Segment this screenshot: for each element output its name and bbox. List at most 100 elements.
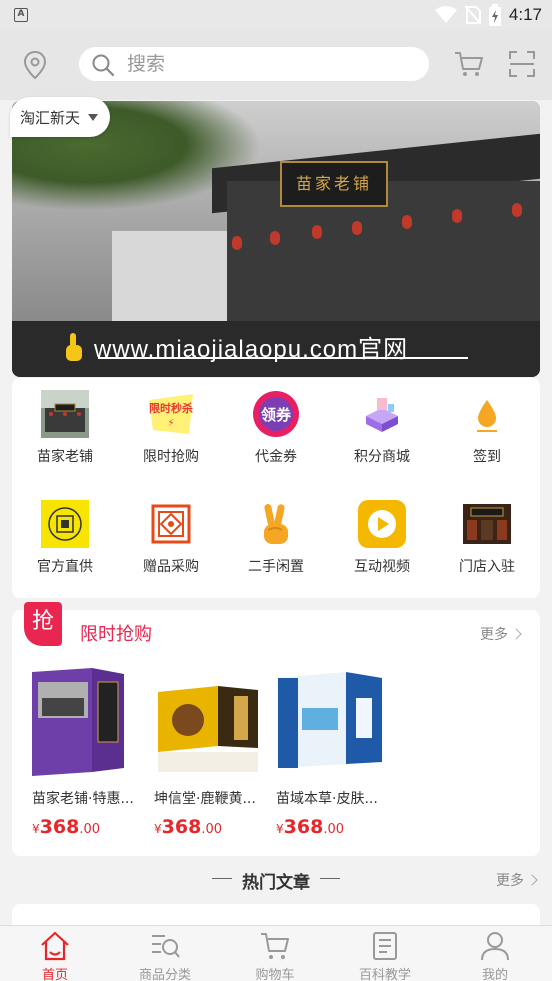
- location-label: 淘汇新天: [20, 108, 81, 127]
- store-signboard: 苗家老铺: [280, 161, 388, 207]
- tab-label: 百科教学: [358, 968, 411, 981]
- svg-text:⚡: ⚡: [167, 418, 174, 429]
- product-image: [32, 668, 144, 776]
- tab-cart[interactable]: 购物车: [220, 930, 330, 981]
- product-name: 苗家老铺·特惠...: [32, 791, 134, 807]
- divider-line: [320, 878, 340, 879]
- more-label: 更多: [496, 873, 524, 889]
- grid-item-label: 签到: [473, 449, 501, 465]
- product-card[interactable]: 坤信堂·鹿鞭黄... ¥ 368 .00: [154, 668, 266, 838]
- lantern-icon: [512, 203, 522, 217]
- tab-home[interactable]: 首页: [0, 930, 110, 981]
- clock: 4:17: [508, 5, 542, 24]
- grid-item-label: 积分商城: [354, 449, 410, 465]
- status-icons: 4:17: [434, 4, 542, 26]
- grid-item-gift-purchase[interactable]: 赠品采购: [118, 500, 224, 576]
- checkin-drop-icon: [463, 390, 511, 438]
- tab-label: 购物车: [255, 968, 295, 981]
- no-sim-icon: [464, 5, 481, 25]
- grid-item-checkin[interactable]: 签到: [434, 390, 540, 466]
- hot-articles-more-link[interactable]: 更多: [496, 870, 538, 890]
- flash-sale-icon: 限时秒杀 ⚡: [147, 390, 195, 438]
- grid-item-video[interactable]: 互动视频: [329, 500, 435, 576]
- victory-hand-icon: [252, 500, 300, 548]
- wifi-icon: [434, 6, 457, 23]
- product-price: ¥ 368 .00: [32, 816, 100, 838]
- search-icon: [92, 54, 115, 77]
- grid-item-label: 互动视频: [354, 559, 410, 575]
- location-pin-icon[interactable]: [22, 50, 48, 80]
- search-bar[interactable]: 搜索: [79, 47, 429, 81]
- product-name: 苗域本草·皮肤...: [276, 791, 378, 807]
- flash-sale-section: 抢 限时抢购 更多 苗家老铺·特惠... ¥ 368 .00 坤信堂·鹿鞭黄..…: [12, 602, 540, 856]
- grid-item-label: 二手闲置: [248, 559, 304, 575]
- flash-sale-more-link[interactable]: 更多: [480, 624, 522, 644]
- battery-charging-icon: [488, 4, 501, 26]
- function-grid: 苗家老铺 限时秒杀 ⚡ 限时抢购 领券 代金券 积分商城 签到 官方直供 赠品采…: [12, 378, 540, 598]
- coupon-icon: 领券: [252, 390, 300, 438]
- lantern-icon: [232, 236, 242, 250]
- grid-item-label: 限时抢购: [143, 449, 199, 465]
- grid-item-label: 苗家老铺: [37, 449, 93, 465]
- grid-item-flash-sale[interactable]: 限时秒杀 ⚡ 限时抢购: [118, 390, 224, 466]
- user-icon: [481, 932, 509, 961]
- product-name: 坤信堂·鹿鞭黄...: [154, 791, 256, 807]
- header: 搜索: [0, 30, 552, 100]
- chevron-right-icon: [526, 874, 538, 886]
- hot-articles-header: 热门文章 更多: [0, 864, 552, 894]
- bottom-tab-bar: 首页 商品分类 购物车 百科教学 我的: [0, 925, 552, 981]
- grid-item-label: 赠品采购: [143, 559, 199, 575]
- cart-icon: [261, 933, 289, 959]
- video-play-icon: [358, 500, 406, 548]
- official-supply-icon: [41, 500, 89, 548]
- grid-item-shop-entry[interactable]: 门店入驻: [434, 500, 540, 576]
- store-photo-icon: [41, 390, 89, 438]
- tab-label: 商品分类: [138, 968, 191, 981]
- location-selector[interactable]: 淘汇新天: [10, 97, 111, 137]
- status-bar: A 4:17: [0, 0, 552, 30]
- product-price: ¥ 368 .00: [154, 816, 222, 838]
- svg-text:领券: 领券: [260, 406, 292, 424]
- tab-categories[interactable]: 商品分类: [110, 930, 220, 981]
- grid-item-official-supply[interactable]: 官方直供: [12, 500, 118, 576]
- more-label: 更多: [480, 627, 508, 643]
- grid-item-label: 门店入驻: [459, 559, 515, 575]
- street-houses: [112, 231, 232, 321]
- product-image: [276, 668, 388, 776]
- grid-item-label: 代金券: [255, 449, 297, 465]
- product-image: [154, 668, 266, 776]
- gift-purchase-icon: [147, 500, 195, 548]
- flash-sale-badge: 抢: [24, 602, 62, 646]
- home-icon: [41, 931, 69, 961]
- app-notification-icon: A: [14, 8, 28, 22]
- grid-item-points-mall[interactable]: 积分商城: [329, 390, 435, 466]
- tab-encyclopedia[interactable]: 百科教学: [330, 930, 440, 981]
- grid-item-miaojia-store[interactable]: 苗家老铺: [12, 390, 118, 466]
- grid-item-label: 官方直供: [37, 559, 93, 575]
- tab-profile[interactable]: 我的: [440, 930, 550, 981]
- shop-entry-icon: [463, 500, 511, 548]
- tab-label: 我的: [481, 968, 508, 981]
- lantern-icon: [452, 209, 462, 223]
- pointing-hand-icon: [66, 332, 82, 361]
- product-card[interactable]: 苗家老铺·特惠... ¥ 368 .00: [32, 668, 144, 838]
- chevron-right-icon: [510, 628, 522, 640]
- svg-text:限时秒杀: 限时秒杀: [149, 401, 193, 415]
- grid-item-second-hand[interactable]: 二手闲置: [223, 500, 329, 576]
- document-icon: [373, 932, 397, 960]
- lantern-icon: [402, 215, 412, 229]
- tab-label: 首页: [41, 968, 68, 981]
- points-mall-icon: [358, 390, 406, 438]
- product-card[interactable]: 苗域本草·皮肤... ¥ 368 .00: [276, 668, 388, 838]
- flash-sale-title: 限时抢购: [80, 624, 152, 645]
- lantern-icon: [352, 221, 362, 235]
- lantern-icon: [312, 225, 322, 239]
- caret-down-icon: [88, 113, 99, 121]
- cart-icon[interactable]: [454, 50, 484, 78]
- promo-banner[interactable]: 苗家老铺 www.miaojialaopu.com官网: [12, 101, 540, 377]
- scan-icon[interactable]: [508, 50, 536, 78]
- hot-articles-title: 热门文章: [242, 873, 310, 893]
- category-search-icon: [152, 935, 180, 958]
- lantern-icon: [270, 231, 280, 245]
- grid-item-coupon[interactable]: 领券 代金券: [223, 390, 329, 466]
